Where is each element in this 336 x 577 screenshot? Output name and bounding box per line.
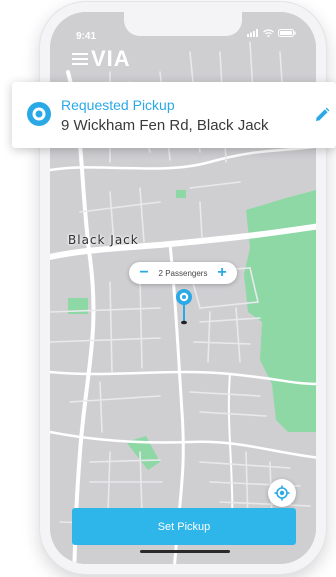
set-pickup-button[interactable]: Set Pickup: [72, 508, 296, 545]
crosshair-icon: [274, 485, 290, 501]
map-pin-icon[interactable]: [174, 288, 194, 326]
status-icons: [247, 29, 296, 37]
passenger-count: 2 Passengers: [158, 268, 208, 278]
pickup-address: 9 Wickham Fen Rd, Black Jack: [61, 117, 269, 134]
map-place-label: Black Jack: [68, 233, 139, 247]
increment-passengers-button[interactable]: +: [216, 263, 228, 283]
home-indicator: [140, 550, 230, 553]
decrement-passengers-button[interactable]: −: [138, 263, 150, 283]
pickup-pin-icon: [27, 102, 51, 126]
app-screenshot: 9:41 VIA Requested Pickup 9 Wickham Fen …: [0, 0, 336, 577]
locate-me-button[interactable]: [268, 479, 296, 507]
battery-icon: [278, 29, 296, 37]
passenger-selector: − 2 Passengers +: [129, 262, 237, 284]
phone-notch: [124, 12, 242, 36]
pencil-icon[interactable]: [314, 107, 330, 123]
signal-icon: [247, 29, 258, 37]
status-time: 9:41: [76, 31, 97, 42]
via-logo: VIA: [91, 46, 131, 71]
wifi-icon: [263, 29, 274, 37]
pickup-card[interactable]: Requested Pickup 9 Wickham Fen Rd, Black…: [12, 82, 336, 148]
hamburger-menu-icon[interactable]: [72, 53, 88, 65]
pickup-title: Requested Pickup: [61, 97, 175, 113]
